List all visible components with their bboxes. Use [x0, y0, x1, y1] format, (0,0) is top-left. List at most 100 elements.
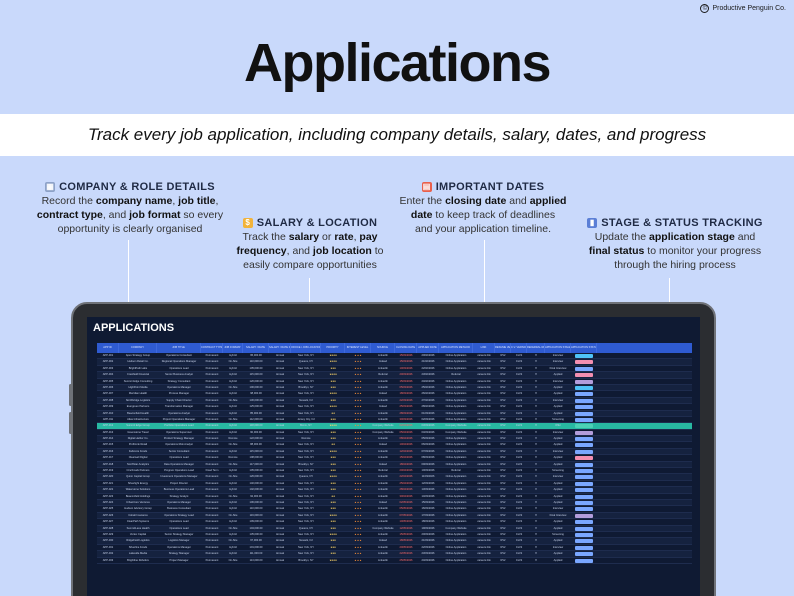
referral-checkbox[interactable]: ☐	[527, 532, 545, 537]
referral-checkbox[interactable]: ☐	[527, 545, 545, 550]
referral-checkbox[interactable]: ☐	[527, 481, 545, 486]
referral-checkbox[interactable]: ☐	[527, 513, 545, 518]
status-pill[interactable]	[575, 417, 593, 422]
referral-checkbox[interactable]: ☐	[527, 436, 545, 441]
status-pill[interactable]	[575, 354, 593, 358]
table-cell[interactable]: careers.link	[473, 558, 495, 563]
referral-checkbox[interactable]: ☐	[527, 379, 545, 384]
status-pill[interactable]	[575, 360, 593, 365]
column-header[interactable]: RESUME VERSION	[495, 343, 511, 353]
referral-checkbox[interactable]: ☐	[527, 391, 545, 396]
table-cell[interactable]: careers.link	[473, 442, 495, 447]
status-pill[interactable]	[575, 539, 593, 544]
column-header[interactable]: OFFICE / JOB LOCATION	[291, 343, 321, 353]
referral-checkbox[interactable]: ☐	[527, 372, 545, 377]
column-header[interactable]: COMPANY	[119, 343, 157, 353]
column-header[interactable]: PRIORITY	[321, 343, 345, 353]
status-pill[interactable]	[575, 475, 593, 480]
referral-checkbox[interactable]: ☐	[527, 404, 545, 409]
status-pill[interactable]	[575, 437, 593, 442]
table-cell[interactable]: careers.link	[473, 468, 495, 473]
referral-checkbox[interactable]: ☐	[527, 494, 545, 499]
table-cell[interactable]: careers.link	[473, 436, 495, 441]
table-cell[interactable]: careers.link	[473, 430, 495, 435]
column-header[interactable]: CLOSING DATE	[395, 343, 417, 353]
table-cell[interactable]: careers.link	[473, 500, 495, 505]
referral-checkbox[interactable]: ☐	[527, 353, 545, 358]
column-header[interactable]: LINK	[473, 343, 495, 353]
referral-checkbox[interactable]: ☐	[527, 462, 545, 467]
referral-checkbox[interactable]: ☐	[527, 468, 545, 473]
referral-checkbox[interactable]: ☐	[527, 442, 545, 447]
table-cell[interactable]: careers.link	[473, 545, 495, 550]
status-pill[interactable]	[575, 379, 593, 384]
table-cell[interactable]: careers.link	[473, 487, 495, 492]
referral-checkbox[interactable]: ☐	[527, 455, 545, 460]
referral-checkbox[interactable]: ☐	[527, 417, 545, 422]
referral-checkbox[interactable]: ☐	[527, 430, 545, 435]
referral-checkbox[interactable]: ☐	[527, 506, 545, 511]
status-pill[interactable]	[575, 532, 593, 537]
status-pill[interactable]	[575, 398, 593, 403]
referral-checkbox[interactable]: ☐	[527, 423, 545, 428]
status-pill[interactable]	[575, 449, 593, 454]
status-pill[interactable]	[575, 424, 593, 429]
column-header[interactable]: APPLICATION METHOD	[439, 343, 473, 353]
referral-checkbox[interactable]: ☐	[527, 558, 545, 563]
table-cell[interactable]: careers.link	[473, 551, 495, 556]
column-header[interactable]: APP ID	[97, 343, 119, 353]
table-cell[interactable]: careers.link	[473, 481, 495, 486]
table-cell[interactable]: careers.link	[473, 385, 495, 390]
table-cell[interactable]: careers.link	[473, 404, 495, 409]
referral-checkbox[interactable]: ☐	[527, 449, 545, 454]
referral-checkbox[interactable]: ☐	[527, 519, 545, 524]
table-cell[interactable]: careers.link	[473, 398, 495, 403]
table-cell[interactable]: careers.link	[473, 462, 495, 467]
table-cell[interactable]: careers.link	[473, 513, 495, 518]
status-pill[interactable]	[575, 469, 593, 474]
status-pill[interactable]	[575, 405, 593, 410]
status-pill[interactable]	[575, 507, 593, 512]
referral-checkbox[interactable]: ☐	[527, 526, 545, 531]
column-header[interactable]: SALARY / RATE FREQUENCY	[269, 343, 291, 353]
column-header[interactable]: APPLICATION STATUS	[571, 343, 597, 353]
table-cell[interactable]: careers.link	[473, 538, 495, 543]
column-header[interactable]: JOB FORMAT	[223, 343, 243, 353]
table-row[interactable]: APP-033 Brightline Robotics Project Manage…	[97, 558, 692, 564]
status-pill[interactable]	[575, 500, 593, 505]
table-cell[interactable]: careers.link	[473, 417, 495, 422]
referral-checkbox[interactable]: ☐	[527, 359, 545, 364]
column-header[interactable]: CONTRACT TYPE	[201, 343, 223, 353]
table-cell[interactable]: careers.link	[473, 372, 495, 377]
status-pill[interactable]	[575, 411, 593, 416]
column-header[interactable]: C.V. VERSION	[511, 343, 527, 353]
referral-checkbox[interactable]: ☐	[527, 385, 545, 390]
column-header[interactable]: SALARY / RATE	[243, 343, 269, 353]
column-header[interactable]: APPLICATION STAGE	[545, 343, 571, 353]
column-header[interactable]: JOB TITLE	[157, 343, 201, 353]
table-cell[interactable]: careers.link	[473, 391, 495, 396]
column-header[interactable]: APPLIED DATE	[417, 343, 439, 353]
column-header[interactable]: INTEREST LEVEL	[345, 343, 371, 353]
referral-checkbox[interactable]: ☐	[527, 551, 545, 556]
table-cell[interactable]: careers.link	[473, 411, 495, 416]
table-cell[interactable]: careers.link	[473, 455, 495, 460]
status-pill[interactable]	[575, 481, 593, 486]
referral-checkbox[interactable]: ☐	[527, 411, 545, 416]
table-cell[interactable]: careers.link	[473, 506, 495, 511]
table-cell[interactable]: careers.link	[473, 519, 495, 524]
status-pill[interactable]	[575, 545, 593, 550]
status-pill[interactable]	[575, 462, 593, 467]
referral-checkbox[interactable]: ☐	[527, 366, 545, 371]
table-cell[interactable]: careers.link	[473, 379, 495, 384]
status-pill[interactable]	[575, 488, 593, 493]
status-pill[interactable]	[575, 456, 593, 461]
table-cell[interactable]: careers.link	[473, 494, 495, 499]
status-pill[interactable]	[575, 392, 593, 397]
referral-checkbox[interactable]: ☐	[527, 398, 545, 403]
referral-checkbox[interactable]: ☐	[527, 474, 545, 479]
column-header[interactable]: SOURCE	[371, 343, 395, 353]
referral-checkbox[interactable]: ☐	[527, 538, 545, 543]
status-pill[interactable]	[575, 373, 593, 378]
table-cell[interactable]: careers.link	[473, 423, 495, 428]
